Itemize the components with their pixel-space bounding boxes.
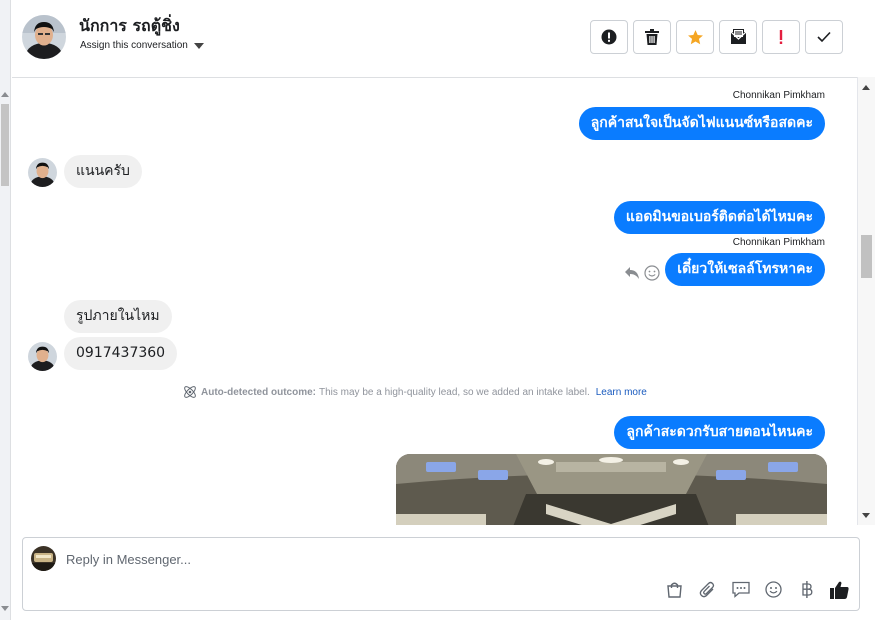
auto-detected-outcome-notice: Auto-detected outcome: This may be a hig… xyxy=(182,384,647,400)
emoji-icon xyxy=(765,581,782,598)
caret-down-icon xyxy=(193,42,204,49)
sender-label: Chonnikan Pimkham xyxy=(732,237,825,248)
composer-toolbar xyxy=(665,580,849,599)
atom-icon xyxy=(184,386,196,398)
conversation-actions xyxy=(590,20,843,54)
saved-replies-button[interactable] xyxy=(731,580,750,599)
shop-bag-icon xyxy=(667,582,682,598)
van-interior-photo[interactable] xyxy=(396,454,827,525)
left-scroll-up-arrow[interactable] xyxy=(1,92,9,97)
react-emoji-icon[interactable] xyxy=(644,265,660,281)
sender-label: Chonnikan Pimkham xyxy=(732,90,825,101)
contact-avatar-small[interactable] xyxy=(28,158,57,187)
emoji-button[interactable] xyxy=(764,580,783,599)
outgoing-message[interactable]: ลูกค้าสะดวกรับสายตอนไหนคะ xyxy=(614,416,825,449)
message-thread: Chonnikan Pimkham ลูกค้าสนใจเป็นจัดไฟแนน… xyxy=(12,78,857,525)
shop-bag-button[interactable] xyxy=(665,580,684,599)
thread-scrollbar[interactable] xyxy=(857,77,875,525)
done-check-icon xyxy=(817,31,831,43)
incoming-message[interactable]: แนนครับ xyxy=(64,155,142,188)
mark-spam-button[interactable] xyxy=(590,20,628,54)
auto-outcome-text: This may be a high-quality lead, so we a… xyxy=(319,386,590,398)
message-hover-actions xyxy=(624,265,660,281)
scroll-thumb[interactable] xyxy=(861,235,872,278)
reply-icon[interactable] xyxy=(624,266,640,280)
scroll-up-arrow[interactable] xyxy=(862,85,870,90)
page-avatar xyxy=(31,546,56,571)
attach-button[interactable] xyxy=(698,580,717,599)
message-composer xyxy=(22,537,860,611)
mark-unread-button[interactable] xyxy=(719,20,757,54)
contact-name: นักการ รถตู้ชิ่ง xyxy=(79,16,180,35)
incoming-message[interactable]: รูปภายในไหม xyxy=(64,300,172,333)
learn-more-link[interactable]: Learn more xyxy=(596,387,647,398)
outgoing-message[interactable]: แอดมินขอเบอร์ติดต่อได้ไหมคะ xyxy=(613,201,825,234)
scroll-down-arrow[interactable] xyxy=(862,513,870,518)
mark-spam-icon xyxy=(601,29,617,45)
mark-done-button[interactable] xyxy=(805,20,843,54)
auto-outcome-label: Auto-detected outcome: xyxy=(201,386,316,398)
left-scrollbar[interactable] xyxy=(0,0,11,620)
reply-input[interactable] xyxy=(66,548,666,570)
baht-payment-icon xyxy=(801,581,812,598)
outgoing-message[interactable]: เดี๋ยวให้เซลล์โทรหาคะ xyxy=(665,253,825,286)
saved-reply-icon xyxy=(731,581,750,598)
outgoing-message[interactable]: ลูกค้าสนใจเป็นจัดไฟแนนซ์หรือสดคะ xyxy=(578,107,825,140)
attachment-icon xyxy=(699,581,715,598)
contact-avatar-small[interactable] xyxy=(28,342,57,371)
follow-up-icon xyxy=(779,30,783,44)
contact-avatar[interactable] xyxy=(22,15,66,59)
like-icon xyxy=(830,581,849,599)
conversation-header: นักการ รถตู้ชิ่ง Assign this conversatio… xyxy=(12,0,868,78)
left-scroll-down-arrow[interactable] xyxy=(1,606,9,611)
follow-up-button[interactable] xyxy=(762,20,800,54)
mark-unread-icon xyxy=(730,29,746,44)
incoming-message[interactable]: 0917437360 xyxy=(64,337,178,370)
star-button[interactable] xyxy=(676,20,714,54)
trash-icon xyxy=(645,29,659,45)
payment-button[interactable] xyxy=(797,580,816,599)
left-scroll-thumb[interactable] xyxy=(1,104,9,186)
assign-conversation-dropdown[interactable]: Assign this conversation xyxy=(80,40,204,51)
star-icon xyxy=(687,29,703,44)
send-like-button[interactable] xyxy=(830,580,849,599)
assign-label: Assign this conversation xyxy=(80,40,188,51)
delete-button[interactable] xyxy=(633,20,671,54)
